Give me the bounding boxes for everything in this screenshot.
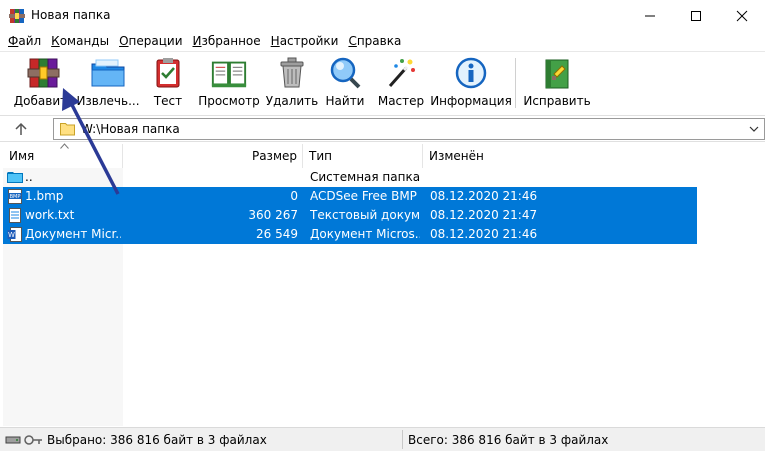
parent-folder-icon (7, 172, 23, 183)
find-button[interactable]: Найти (324, 55, 366, 113)
file-modified: 08.12.2020 21:47 (430, 208, 538, 222)
file-name: .. (25, 170, 33, 184)
title-bar: Новая папка (0, 0, 765, 31)
view-label: Просмотр (198, 94, 260, 108)
menu-operations[interactable]: Операции (115, 31, 186, 51)
toolbar: Добавить Извлечь... Тест Просмотр Удалит… (0, 51, 765, 114)
repair-label: Исправить (523, 94, 591, 108)
menu-settings[interactable]: Настройки (267, 31, 343, 51)
window-title: Новая папка (31, 8, 111, 22)
column-header-modified[interactable]: Изменён (423, 144, 697, 168)
info-button[interactable]: Информация (430, 55, 512, 113)
trash-can-icon (280, 57, 304, 88)
file-row-1bmp[interactable]: BMP 1.bmp 0 ACDSee Free BMP ... 08.12.20… (3, 187, 697, 206)
minimize-button[interactable] (627, 0, 673, 31)
file-name: Документ Micr... (25, 227, 121, 241)
maximize-button[interactable] (673, 0, 719, 31)
repair-button[interactable]: Исправить (523, 55, 591, 113)
delete-button[interactable]: Удалить (266, 55, 318, 113)
chevron-down-icon[interactable] (748, 123, 760, 135)
extract-folder-icon (91, 59, 125, 87)
find-label: Найти (325, 94, 365, 108)
column-header-type[interactable]: Тип (303, 144, 423, 168)
sort-ascending-icon (60, 143, 69, 149)
path-field[interactable]: W:\Новая папка (53, 118, 765, 140)
archive-books-icon (27, 58, 60, 88)
address-bar: W:\Новая папка (0, 115, 765, 142)
file-name: 1.bmp (25, 189, 64, 203)
file-modified: 08.12.2020 21:46 (430, 189, 538, 203)
minimize-icon (645, 15, 655, 16)
close-button[interactable] (719, 0, 765, 31)
file-name: work.txt (25, 208, 75, 222)
file-type: Документ Micros... (310, 227, 420, 241)
file-size: 360 267 (248, 208, 298, 222)
word-doc-icon: W (7, 227, 22, 242)
file-row-worktxt[interactable]: work.txt 360 267 Текстовый докум... 08.1… (3, 206, 697, 225)
file-size: 26 549 (256, 227, 298, 241)
toolbar-separator (515, 58, 516, 108)
extract-button[interactable]: Извлечь... (76, 55, 140, 113)
extract-label: Извлечь... (76, 94, 140, 108)
menu-help[interactable]: Справка (344, 31, 405, 51)
test-label: Тест (153, 94, 183, 108)
close-icon (736, 10, 748, 21)
folder-icon (60, 123, 75, 136)
info-icon (455, 57, 487, 89)
wizard-label: Мастер (377, 94, 425, 108)
wizard-button[interactable]: Мастер (376, 55, 426, 113)
open-book-icon (211, 61, 247, 88)
magic-wand-icon (388, 59, 415, 87)
column-header-size[interactable]: Размер (123, 144, 303, 168)
bmp-file-icon: BMP (8, 189, 22, 204)
text-file-icon (9, 208, 21, 223)
arrow-up-icon (15, 122, 27, 135)
winrar-app-icon[interactable] (9, 8, 25, 24)
file-size: 0 (290, 189, 298, 203)
drive-key-icon (5, 435, 42, 445)
maximize-icon (691, 10, 701, 21)
menu-file[interactable]: Файл (4, 31, 45, 51)
status-bar: Выбрано: 386 816 байт в 3 файлах Всего: … (0, 427, 765, 451)
path-text: W:\Новая папка (81, 122, 180, 136)
svg-text:W: W (8, 231, 15, 239)
file-type: Системная папка (310, 170, 420, 184)
file-modified: 08.12.2020 21:46 (430, 227, 538, 241)
svg-text:BMP: BMP (10, 194, 21, 200)
column-header-name[interactable]: Имя (3, 143, 123, 168)
file-type: ACDSee Free BMP ... (310, 189, 420, 203)
file-type: Текстовый докум... (310, 208, 420, 222)
file-row-document[interactable]: W Документ Micr... 26 549 Документ Micro… (3, 225, 697, 244)
view-button[interactable]: Просмотр (198, 55, 260, 113)
status-total: Всего: 386 816 байт в 3 файлах (408, 433, 609, 447)
test-button[interactable]: Тест (146, 55, 190, 113)
add-button[interactable]: Добавить (14, 55, 74, 113)
repair-kit-icon (545, 59, 569, 89)
add-label: Добавить (13, 94, 75, 108)
status-divider (402, 430, 403, 449)
info-label: Информация (430, 94, 512, 108)
magnifier-icon (330, 57, 361, 89)
delete-label: Удалить (265, 94, 319, 108)
up-one-level-button[interactable] (10, 119, 32, 139)
menu-bar: Файл Команды Операции Избранное Настройк… (0, 31, 765, 51)
menu-commands[interactable]: Команды (47, 31, 113, 51)
status-selected: Выбрано: 386 816 байт в 3 файлах (47, 433, 267, 447)
test-clipboard-icon (156, 58, 180, 88)
menu-favorites[interactable]: Избранное (189, 31, 265, 51)
file-row-parent[interactable]: .. Системная папка (3, 168, 697, 187)
